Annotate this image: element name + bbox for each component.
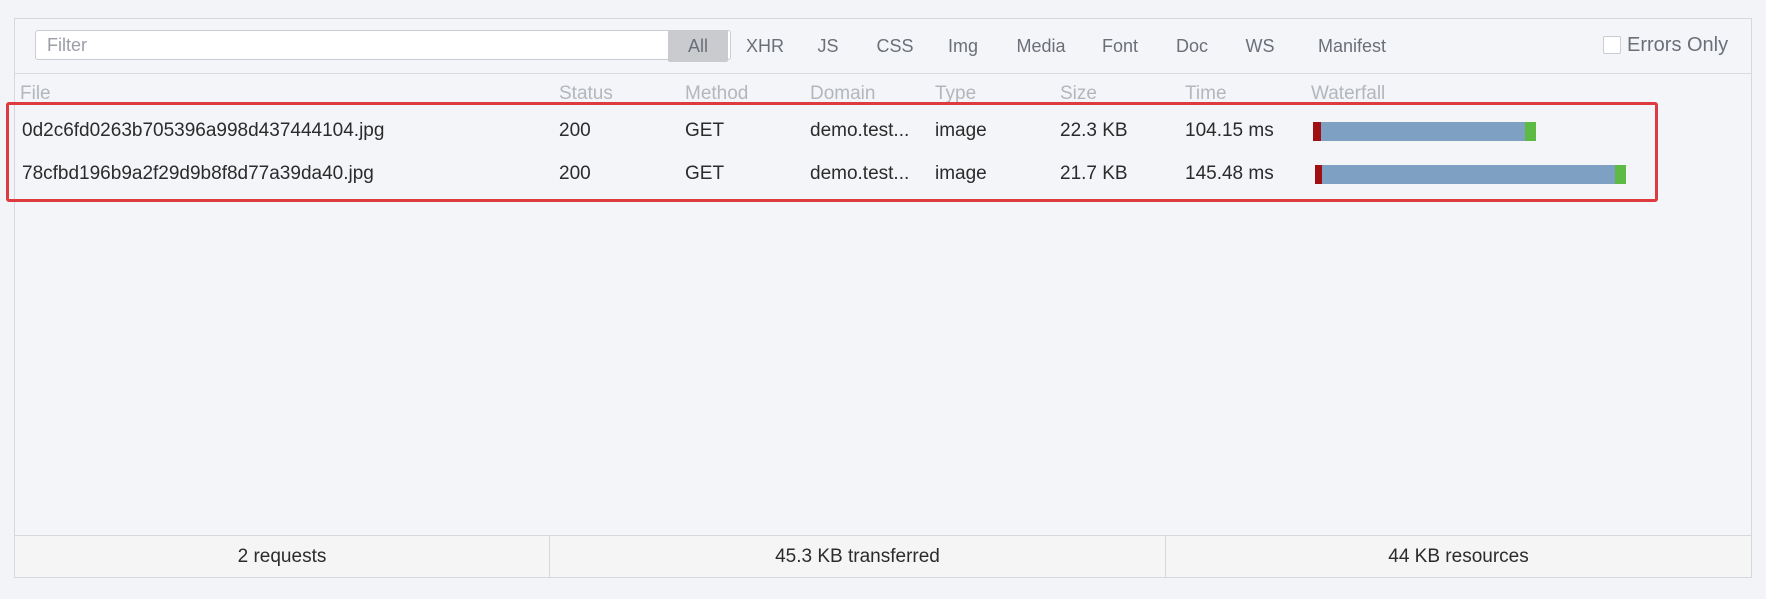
column-header-status[interactable]: Status [559, 83, 613, 105]
cell-method: GET [685, 163, 725, 184]
cell-time: 145.48 ms [1185, 163, 1274, 184]
filter-font-button[interactable]: Font [1095, 30, 1145, 62]
waterfall-done-bar [1525, 122, 1536, 141]
column-header-size[interactable]: Size [1060, 83, 1097, 105]
cell-file: 0d2c6fd0263b705396a998d437444104.jpg [22, 120, 385, 141]
waterfall-wait-bar [1315, 165, 1322, 184]
cell-status: 200 [559, 163, 591, 184]
network-toolbar: All XHR JS CSS Img Media Font Doc WS Man… [15, 19, 1751, 74]
filter-input[interactable] [35, 30, 731, 60]
filter-css-button[interactable]: CSS [870, 30, 920, 62]
column-header-domain[interactable]: Domain [810, 83, 875, 105]
waterfall-receive-bar [1322, 165, 1615, 184]
cell-file: 78cfbd196b9a2f29d9b8f8d77a39da40.jpg [22, 163, 374, 184]
column-header-method[interactable]: Method [685, 83, 748, 105]
waterfall-done-bar [1615, 165, 1626, 184]
waterfall-receive-bar [1321, 122, 1525, 141]
cell-size: 22.3 KB [1060, 120, 1128, 141]
filter-doc-button[interactable]: Doc [1170, 30, 1214, 62]
filter-all-button[interactable]: All [668, 30, 728, 62]
filter-img-button[interactable]: Img [941, 30, 985, 62]
column-header-time[interactable]: Time [1185, 83, 1227, 105]
errors-only-toggle[interactable]: Errors Only [1603, 31, 1728, 59]
filter-js-button[interactable]: JS [810, 30, 846, 62]
table-row[interactable]: 78cfbd196b9a2f29d9b8f8d77a39da40.jpg 200… [15, 153, 1663, 195]
column-header-type[interactable]: Type [935, 83, 976, 105]
filter-manifest-button[interactable]: Manifest [1305, 30, 1399, 62]
footer-transferred: 45.3 KB transferred [550, 536, 1166, 577]
errors-only-checkbox[interactable] [1603, 36, 1621, 54]
column-header-file[interactable]: File [20, 83, 51, 105]
cell-time: 104.15 ms [1185, 120, 1274, 141]
errors-only-label: Errors Only [1627, 33, 1729, 56]
cell-domain: demo.test... [810, 120, 910, 141]
cell-method: GET [685, 120, 725, 141]
cell-domain: demo.test... [810, 163, 910, 184]
footer-resources: 44 KB resources [1388, 546, 1529, 567]
cell-type: image [935, 120, 987, 141]
table-row[interactable]: 0d2c6fd0263b705396a998d437444104.jpg 200… [15, 110, 1663, 152]
cell-status: 200 [559, 120, 591, 141]
cell-size: 21.7 KB [1060, 163, 1128, 184]
summary-footer: 2 requests 45.3 KB transferred 44 KB res… [15, 535, 1751, 577]
waterfall-wait-bar [1313, 122, 1321, 141]
filter-xhr-button[interactable]: XHR [737, 30, 793, 62]
filter-ws-button[interactable]: WS [1238, 30, 1282, 62]
column-header-waterfall[interactable]: Waterfall [1311, 83, 1385, 105]
network-panel: All XHR JS CSS Img Media Font Doc WS Man… [14, 18, 1752, 578]
cell-type: image [935, 163, 987, 184]
filter-media-button[interactable]: Media [1009, 30, 1073, 62]
footer-requests: 2 requests [15, 536, 550, 577]
